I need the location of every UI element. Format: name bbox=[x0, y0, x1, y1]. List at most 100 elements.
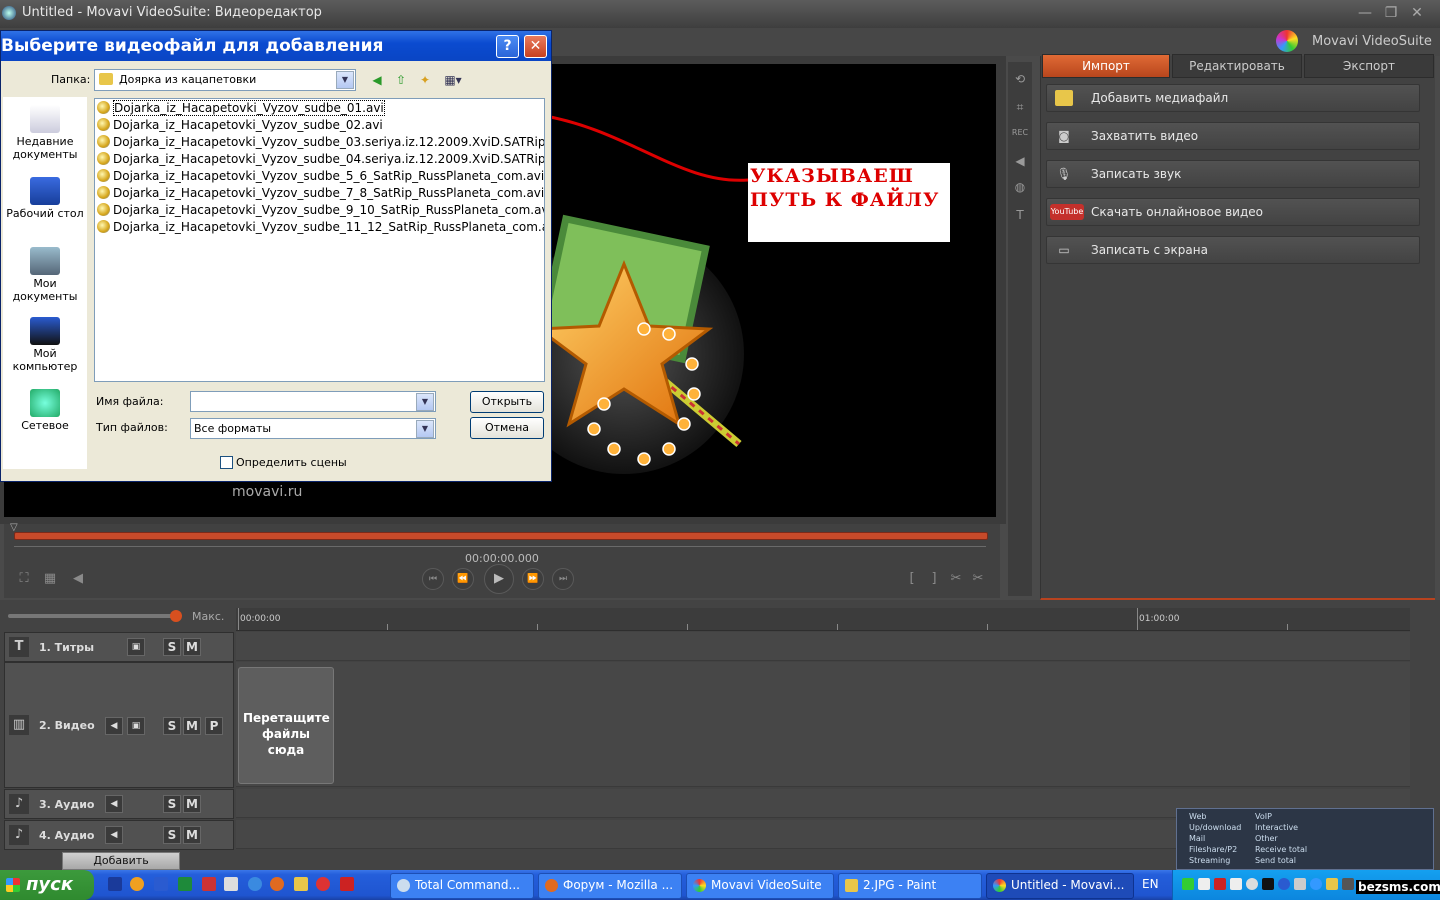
filetype-select[interactable]: Все форматы ▼ bbox=[190, 418, 436, 439]
place-desktop[interactable]: Рабочий стол bbox=[3, 177, 87, 220]
track-audio-3-header[interactable]: ♪ 3. Аудио ◀ S M bbox=[4, 789, 234, 819]
volume-icon[interactable]: ◀ bbox=[1010, 150, 1030, 172]
speaker-icon[interactable]: ◀ bbox=[105, 717, 123, 735]
mute-button[interactable]: M bbox=[183, 795, 201, 813]
cancel-button[interactable]: Отмена bbox=[470, 417, 544, 439]
taskbar-item-movavi[interactable]: Movavi VideoSuite bbox=[686, 873, 834, 899]
window-title-bar[interactable]: Untitled - Movavi VideoSuite: Видеоредак… bbox=[0, 0, 1440, 28]
tray-icon[interactable] bbox=[1310, 878, 1322, 890]
split-icon[interactable]: ✂ bbox=[970, 571, 986, 587]
scrub-bar[interactable] bbox=[14, 532, 988, 540]
quicklaunch-icon[interactable] bbox=[270, 877, 284, 891]
minimize-icon[interactable]: — bbox=[1356, 4, 1374, 22]
dialog-title-bar[interactable]: Выберите видеофайл для добавления ? ✕ bbox=[1, 31, 551, 61]
tab-export[interactable]: Экспорт bbox=[1304, 54, 1434, 78]
snapshot-icon[interactable]: ▦ bbox=[42, 571, 58, 587]
quicklaunch-icon[interactable] bbox=[154, 877, 168, 891]
track-titles-lane[interactable] bbox=[236, 632, 1410, 661]
tab-edit[interactable]: Редактировать bbox=[1172, 54, 1302, 78]
quicklaunch-icon[interactable] bbox=[108, 877, 122, 891]
rewind-icon[interactable]: ⏪ bbox=[452, 568, 474, 590]
mute-button[interactable]: M bbox=[183, 638, 201, 656]
taskbar-item-firefox[interactable]: Форум - Mozilla ... bbox=[538, 873, 682, 899]
back-icon[interactable]: ◀ bbox=[369, 72, 385, 88]
list-item[interactable]: Dojarka_iz_Hacapetovki_Vyzov_sudbe_11_12… bbox=[97, 220, 544, 236]
list-item[interactable]: Dojarka_iz_Hacapetovki_Vyzov_sudbe_01.av… bbox=[97, 100, 385, 117]
close-icon[interactable]: ✕ bbox=[1408, 4, 1426, 22]
speaker-icon[interactable]: ◀ bbox=[70, 571, 86, 587]
text-icon[interactable]: T bbox=[1010, 204, 1030, 226]
tray-icon[interactable] bbox=[1278, 878, 1290, 890]
track-titles-header[interactable]: T 1. Титры ▣ S M bbox=[4, 632, 234, 662]
chevron-down-icon[interactable]: ▼ bbox=[416, 393, 434, 411]
restore-icon[interactable]: ❐ bbox=[1382, 4, 1400, 22]
tray-icon[interactable] bbox=[1182, 878, 1194, 890]
list-item[interactable]: Dojarka_iz_Hacapetovki_Vyzov_sudbe_02.av… bbox=[97, 118, 383, 134]
taskbar-item-total-commander[interactable]: Total Command... bbox=[390, 873, 534, 899]
rec-icon[interactable]: REC bbox=[1010, 122, 1030, 144]
pip-button[interactable]: P bbox=[205, 717, 223, 735]
speaker-icon[interactable] bbox=[1246, 878, 1258, 890]
quicklaunch-icon[interactable] bbox=[202, 877, 216, 891]
solo-button[interactable]: S bbox=[163, 717, 181, 735]
tray-icon[interactable] bbox=[1214, 878, 1226, 890]
taskbar-item-movavi-editor[interactable]: Untitled - Movavi... bbox=[986, 873, 1134, 899]
overlay-icon[interactable]: ▣ bbox=[127, 638, 145, 656]
track-video-header[interactable]: ▥ 2. Видео ◀ ▣ S M P bbox=[4, 662, 234, 788]
file-list[interactable]: Dojarka_iz_Hacapetovki_Vyzov_sudbe_01.av… bbox=[94, 98, 545, 382]
tray-icon[interactable] bbox=[1294, 878, 1306, 890]
quicklaunch-icon[interactable] bbox=[224, 877, 238, 891]
play-icon[interactable]: ▶ bbox=[484, 564, 514, 594]
add-media-button[interactable]: Добавить медиафайл bbox=[1046, 84, 1420, 112]
download-online-video-button[interactable]: YouTube Скачать онлайновое видео bbox=[1046, 198, 1420, 226]
help-button[interactable]: ? bbox=[496, 35, 519, 58]
quicklaunch-icon[interactable] bbox=[130, 877, 144, 891]
tray-icon[interactable] bbox=[1326, 878, 1338, 890]
add-track-button[interactable]: Добавить bbox=[62, 852, 180, 870]
place-my-documents[interactable]: Мои документы bbox=[3, 247, 87, 303]
mark-out-icon[interactable]: ] bbox=[926, 571, 942, 587]
playhead-icon[interactable]: ▽ bbox=[10, 522, 20, 533]
rotate-icon[interactable]: ⟲ bbox=[1010, 68, 1030, 90]
track-audio-4-header[interactable]: ♪ 4. Аудио ◀ S M bbox=[4, 820, 234, 850]
speaker-icon[interactable]: ◀ bbox=[105, 795, 123, 813]
track-video-lane[interactable] bbox=[236, 662, 1410, 787]
tray-icon[interactable] bbox=[1342, 878, 1354, 890]
quicklaunch-icon[interactable] bbox=[340, 877, 354, 891]
effects-icon[interactable]: ◍ bbox=[1010, 176, 1030, 198]
tray-icon[interactable] bbox=[1230, 878, 1242, 890]
list-item[interactable]: Dojarka_iz_Hacapetovki_Vyzov_sudbe_04.se… bbox=[97, 152, 544, 168]
quicklaunch-icon[interactable] bbox=[178, 877, 192, 891]
tab-import[interactable]: Импорт bbox=[1042, 54, 1170, 78]
list-item[interactable]: Dojarka_iz_Hacapetovki_Vyzov_sudbe_03.se… bbox=[97, 135, 544, 151]
detect-scenes-checkbox[interactable] bbox=[220, 456, 233, 469]
up-folder-icon[interactable]: ⇧ bbox=[393, 72, 409, 88]
view-menu-icon[interactable]: ▦▾ bbox=[441, 72, 465, 88]
list-item[interactable]: Dojarka_iz_Hacapetovki_Vyzov_sudbe_7_8_S… bbox=[97, 186, 544, 202]
language-indicator[interactable]: EN bbox=[1142, 877, 1159, 891]
chevron-down-icon[interactable]: ▼ bbox=[416, 420, 434, 438]
mark-in-icon[interactable]: [ bbox=[904, 571, 920, 587]
tray-icon[interactable] bbox=[1262, 878, 1274, 890]
timeline-ruler[interactable]: 00:00:00 01:00:00 bbox=[236, 608, 1410, 631]
dialog-close-button[interactable]: ✕ bbox=[524, 35, 547, 58]
speaker-icon[interactable]: ◀ bbox=[105, 826, 123, 844]
cut-icon[interactable]: ✂ bbox=[948, 571, 964, 587]
skip-end-icon[interactable]: ⏭ bbox=[552, 568, 574, 590]
zoom-slider[interactable] bbox=[8, 614, 178, 618]
solo-button[interactable]: S bbox=[163, 826, 181, 844]
quicklaunch-icon[interactable] bbox=[316, 877, 330, 891]
crop-icon[interactable]: ⌗ bbox=[1010, 96, 1030, 118]
taskbar-item-paint[interactable]: 2.JPG - Paint bbox=[838, 873, 982, 899]
solo-button[interactable]: S bbox=[163, 638, 181, 656]
list-item[interactable]: Dojarka_iz_Hacapetovki_Vyzov_sudbe_5_6_S… bbox=[97, 169, 544, 185]
filename-input[interactable]: ▼ bbox=[190, 391, 436, 412]
chevron-down-icon[interactable]: ▼ bbox=[336, 71, 354, 89]
record-screen-button[interactable]: ▭ Записать с экрана bbox=[1046, 236, 1420, 264]
new-folder-icon[interactable]: ✦ bbox=[417, 72, 433, 88]
record-sound-button[interactable]: 🎙 Записать звук bbox=[1046, 160, 1420, 188]
solo-button[interactable]: S bbox=[163, 795, 181, 813]
quicklaunch-icon[interactable] bbox=[248, 877, 262, 891]
start-button[interactable]: пуск bbox=[0, 870, 94, 900]
mute-button[interactable]: M bbox=[183, 826, 201, 844]
